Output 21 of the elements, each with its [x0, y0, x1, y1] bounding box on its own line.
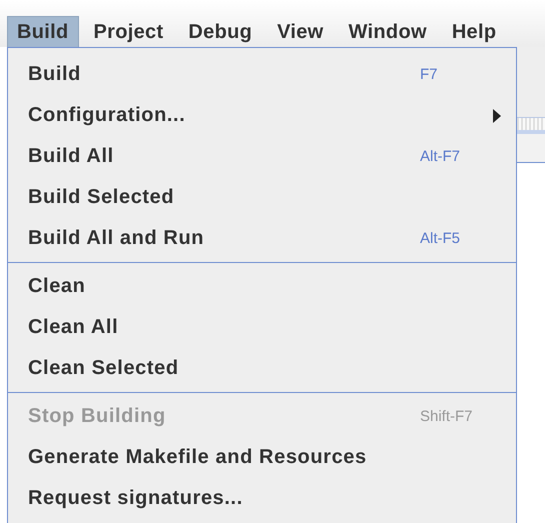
menu-item[interactable]: Clean: [28, 275, 86, 298]
menu-item[interactable]: Request signatures...: [28, 487, 243, 510]
menu-item[interactable]: Build All and Run: [28, 227, 204, 250]
menu-bar-item[interactable]: Build: [7, 16, 78, 47]
menu-item[interactable]: Configuration...: [28, 104, 186, 127]
menu-bar-item[interactable]: View: [267, 16, 334, 47]
menu-bar-item[interactable]: Help: [442, 16, 506, 47]
menu-item[interactable]: Build: [28, 63, 81, 86]
menu-item[interactable]: Build All: [28, 145, 114, 168]
shortcut-label: Shift-F7: [420, 408, 473, 425]
shortcut-label: Alt-F5: [420, 230, 460, 247]
menu-bar-item[interactable]: Project: [84, 16, 174, 47]
menu-item[interactable]: Build Selected: [28, 186, 174, 209]
shortcut-label: Alt-F7: [420, 148, 460, 165]
dotted-strip: [517, 118, 545, 134]
menu-bar-item[interactable]: Window: [338, 16, 437, 47]
menu-item[interactable]: Clean Selected: [28, 357, 179, 380]
shortcut-label: F7: [420, 66, 438, 83]
menu-bar-item[interactable]: Debug: [178, 16, 262, 47]
menu-item[interactable]: Clean All: [28, 316, 118, 339]
menu-item[interactable]: Generate Makefile and Resources: [28, 446, 367, 469]
